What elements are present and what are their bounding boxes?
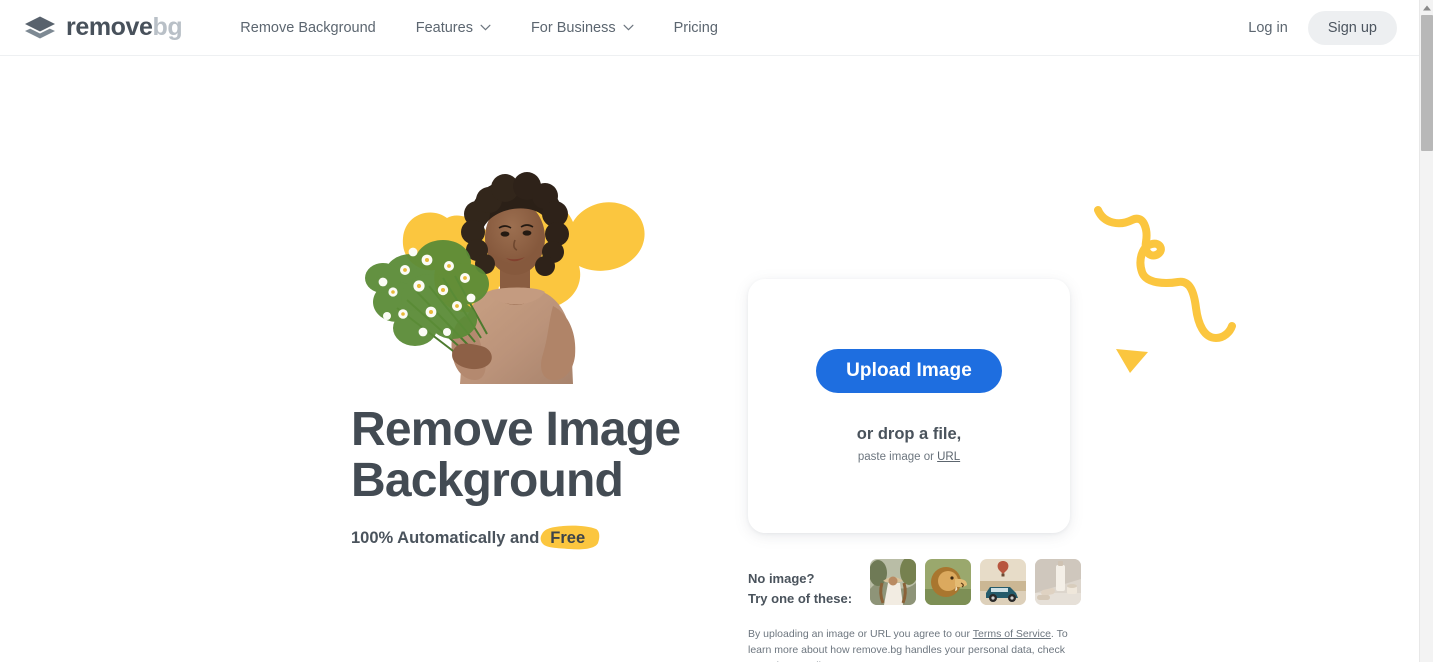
- sample-thumb-cosmetics[interactable]: [1035, 559, 1082, 605]
- scroll-up-arrow-icon[interactable]: [1421, 2, 1433, 14]
- sample-thumb-car-balloon[interactable]: [980, 559, 1027, 605]
- hero-left-column: Remove Image Background 100% Automatical…: [351, 166, 711, 550]
- free-badge-label: Free: [550, 528, 586, 547]
- vertical-scrollbar[interactable]: [1419, 0, 1433, 662]
- terms-of-service-link[interactable]: Terms of Service: [973, 628, 1051, 640]
- header-account-actions: Log in Sign up: [1234, 10, 1397, 45]
- top-navigation-bar: removebg Remove Background Features For …: [0, 0, 1419, 56]
- login-link[interactable]: Log in: [1234, 12, 1302, 44]
- page-title: Remove Image Background: [351, 404, 711, 507]
- free-badge: Free: [540, 525, 600, 550]
- paste-url-line: paste image or URL: [858, 451, 960, 463]
- sample-thumb-woman-hat[interactable]: [870, 559, 917, 605]
- sample-images-label: No image? Try one of these:: [748, 559, 852, 609]
- headline-line-2: Background: [351, 454, 624, 508]
- sample-thumbnail-list: [870, 559, 1082, 605]
- sample-images-section: No image? Try one of these:: [748, 559, 1082, 609]
- main-nav: Remove Background Features For Business …: [220, 14, 738, 42]
- brand-name-primary: remove: [66, 13, 153, 41]
- chevron-down-icon: [623, 24, 634, 31]
- sample-thumb-lion[interactable]: [925, 559, 972, 605]
- legal-text-part-1: By uploading an image or URL you agree t…: [748, 628, 973, 641]
- upload-dropzone[interactable]: Upload Image or drop a file, paste image…: [748, 279, 1070, 533]
- hero-subtitle-text: 100% Automatically and: [351, 528, 540, 547]
- headline-line-1: Remove Image: [351, 403, 681, 456]
- hero-illustration: [357, 166, 677, 386]
- upload-column: Upload Image or drop a file, paste image…: [748, 279, 1082, 662]
- brand-name-secondary: bg: [152, 13, 183, 41]
- sample-label-line-1: No image?: [748, 571, 815, 586]
- upload-image-button[interactable]: Upload Image: [816, 349, 1002, 393]
- signup-button[interactable]: Sign up: [1307, 10, 1397, 45]
- nav-label: Pricing: [673, 19, 718, 36]
- legal-disclaimer: By uploading an image or URL you agree t…: [748, 627, 1078, 662]
- scrollbar-thumb[interactable]: [1421, 15, 1433, 151]
- brand-logo[interactable]: removebg: [24, 13, 183, 41]
- page-content: Remove Image Background 100% Automatical…: [0, 56, 1419, 662]
- woman-with-flowers-photo: [365, 172, 576, 384]
- nav-label: Features: [415, 19, 473, 36]
- nav-item-features[interactable]: Features: [396, 14, 511, 42]
- sample-label-line-2: Try one of these:: [748, 591, 853, 607]
- yellow-triangle-icon: [1116, 349, 1148, 373]
- nav-label: Remove Background: [240, 19, 376, 36]
- url-link[interactable]: URL: [937, 451, 960, 463]
- nav-label: For Business: [530, 19, 616, 36]
- nav-item-remove-background[interactable]: Remove Background: [220, 14, 395, 42]
- paste-prefix-text: paste image or: [857, 451, 938, 463]
- hero-subtitle: 100% Automatically and Free: [351, 525, 711, 550]
- drop-file-text: or drop a file,: [856, 425, 962, 443]
- chevron-down-icon: [480, 24, 491, 31]
- nav-item-pricing[interactable]: Pricing: [654, 14, 738, 42]
- layers-icon: [25, 16, 55, 38]
- yellow-squiggle-icon: [1094, 206, 1236, 342]
- nav-item-for-business[interactable]: For Business: [511, 14, 654, 42]
